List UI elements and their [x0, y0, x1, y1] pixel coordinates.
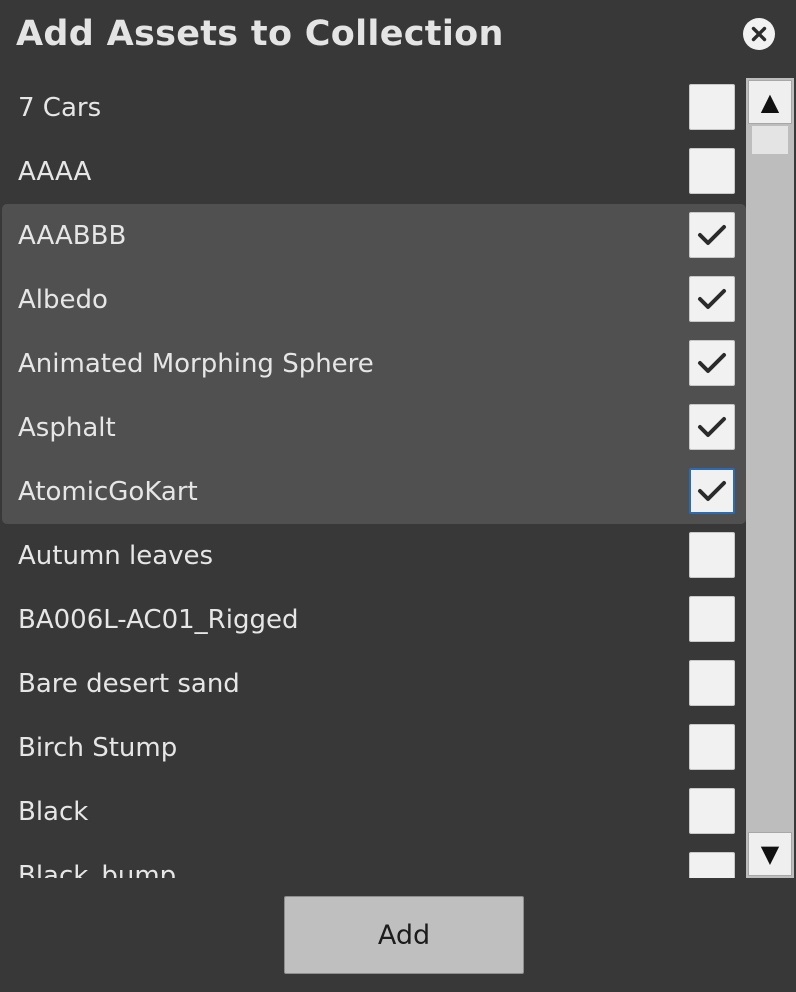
asset-row[interactable]: BA006L-AC01_Rigged [0, 588, 746, 652]
asset-row[interactable]: AtomicGoKart [0, 460, 746, 524]
close-icon [751, 26, 767, 42]
asset-name: BA006L-AC01_Rigged [18, 605, 299, 635]
asset-checkbox[interactable] [689, 468, 735, 514]
asset-name: AtomicGoKart [18, 477, 198, 507]
asset-name: Autumn leaves [18, 541, 214, 571]
dialog-title: Add Assets to Collection [16, 14, 504, 54]
asset-checkbox[interactable] [689, 276, 735, 322]
asset-name: Animated Morphing Sphere [18, 349, 374, 379]
asset-list[interactable]: 7 Cars AAAA AAABBB Albedo Animated Morphing … [0, 78, 746, 878]
scroll-down-button[interactable]: ▼ [748, 832, 792, 876]
asset-checkbox[interactable] [689, 84, 735, 130]
asset-checkbox[interactable] [689, 596, 735, 642]
add-button[interactable]: Add [284, 896, 524, 974]
scroll-up-button[interactable]: ▲ [748, 80, 792, 124]
checkmark-icon [698, 353, 726, 373]
asset-checkbox[interactable] [689, 404, 735, 450]
scroll-thumb[interactable] [752, 126, 788, 154]
asset-checkbox[interactable] [689, 532, 735, 578]
asset-checkbox[interactable] [689, 340, 735, 386]
checkmark-icon [698, 289, 726, 309]
asset-row[interactable]: Black [0, 780, 746, 844]
asset-row[interactable]: Albedo [0, 268, 746, 332]
asset-checkbox[interactable] [689, 660, 735, 706]
add-assets-dialog: Add Assets to Collection 7 Cars AAAA AAABB… [0, 0, 796, 992]
asset-row[interactable]: Asphalt [0, 396, 746, 460]
asset-row[interactable]: 7 Cars [0, 78, 746, 140]
asset-name: 7 Cars [18, 93, 102, 123]
arrow-down-icon: ▼ [760, 840, 780, 868]
asset-name: AAABBB [18, 221, 127, 251]
asset-checkbox[interactable] [689, 148, 735, 194]
asset-checkbox[interactable] [689, 852, 735, 878]
asset-row[interactable]: Black_bump [0, 844, 746, 878]
asset-checkbox[interactable] [689, 212, 735, 258]
asset-row[interactable]: Birch Stump [0, 716, 746, 780]
asset-name: Black_bump [18, 861, 177, 878]
checkmark-icon [698, 225, 726, 245]
checkmark-icon [698, 417, 726, 437]
asset-checkbox[interactable] [689, 724, 735, 770]
asset-row[interactable]: AAAA [0, 140, 746, 204]
close-button[interactable] [743, 18, 775, 50]
asset-row[interactable]: Autumn leaves [0, 524, 746, 588]
arrow-up-icon: ▲ [760, 88, 780, 116]
asset-row[interactable]: AAABBB [0, 204, 746, 268]
asset-name: Birch Stump [18, 733, 178, 763]
asset-name: AAAA [18, 157, 92, 187]
vertical-scrollbar[interactable]: ▲ ▼ [746, 78, 794, 878]
checkmark-icon [698, 481, 726, 501]
asset-checkbox[interactable] [689, 788, 735, 834]
asset-row[interactable]: Animated Morphing Sphere [0, 332, 746, 396]
asset-name: Asphalt [18, 413, 116, 443]
asset-name: Black [18, 797, 89, 827]
asset-row[interactable]: Bare desert sand [0, 652, 746, 716]
asset-name: Bare desert sand [18, 669, 240, 699]
asset-name: Albedo [18, 285, 108, 315]
